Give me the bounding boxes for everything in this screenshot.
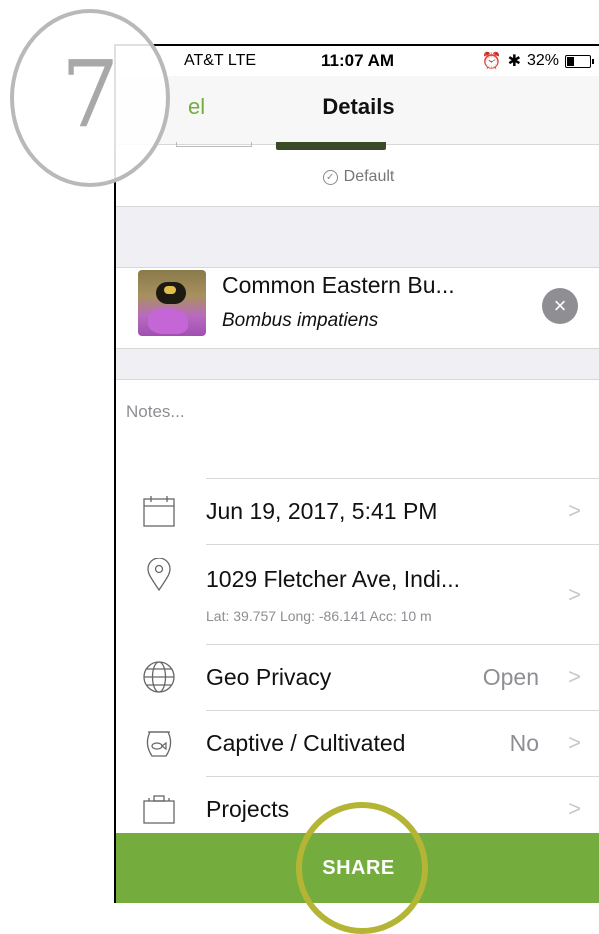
- chevron-right-icon: >: [568, 498, 581, 523]
- captive-label: Captive / Cultivated: [206, 730, 406, 756]
- observation-photo[interactable]: [276, 142, 386, 150]
- alarm-icon: ⏰: [481, 53, 502, 70]
- photo-add-frame[interactable]: [176, 142, 252, 147]
- fishbowl-icon: [146, 731, 172, 757]
- geo-privacy-row[interactable]: Geo Privacy Open >: [116, 644, 599, 710]
- status-right: ⏰ ✱ 32%: [481, 51, 594, 71]
- highlight-ring: [296, 802, 428, 934]
- section-separator: [116, 348, 599, 380]
- chevron-right-icon: >: [568, 582, 581, 607]
- date-row[interactable]: Jun 19, 2017, 5:41 PM >: [116, 478, 599, 544]
- default-photo-label: ✓ Default: [116, 168, 599, 186]
- briefcase-icon: [143, 795, 175, 824]
- default-text: Default: [343, 168, 395, 185]
- step-badge: 7: [10, 9, 170, 187]
- battery-icon: [565, 54, 594, 68]
- taxon-row[interactable]: Common Eastern Bu... Bombus impatiens ×: [116, 268, 599, 348]
- taxon-thumbnail: [138, 270, 206, 336]
- step-number: 7: [60, 41, 120, 148]
- captive-value: No: [509, 730, 539, 756]
- location-label: 1029 Fletcher Ave, Indi...: [206, 566, 461, 592]
- nav-bar: el Details: [116, 76, 599, 145]
- location-coordinates: Lat: 39.757 Long: -86.141 Acc: 10 m: [206, 608, 432, 624]
- status-bar: AT&T LTE 11:07 AM ⏰ ✱ 32%: [116, 46, 599, 76]
- projects-label: Projects: [206, 796, 290, 822]
- geo-privacy-label: Geo Privacy: [206, 664, 332, 690]
- chevron-right-icon: >: [568, 730, 581, 755]
- status-time: 11:07 AM: [321, 51, 395, 70]
- clear-icon[interactable]: ×: [542, 288, 578, 324]
- notes-field[interactable]: Notes...: [126, 402, 185, 422]
- chevron-right-icon: >: [568, 664, 581, 689]
- map-pin-icon: [147, 558, 171, 592]
- battery-percent: 32%: [526, 52, 559, 69]
- captive-row[interactable]: Captive / Cultivated No >: [116, 710, 599, 776]
- bluetooth-icon: ✱: [507, 53, 521, 70]
- checkmark-circle-icon: ✓: [322, 170, 338, 185]
- phone-screen: AT&T LTE 11:07 AM ⏰ ✱ 32% el Details ✓ De…: [114, 44, 599, 903]
- date-label: Jun 19, 2017, 5:41 PM: [206, 498, 438, 524]
- page-title: Details: [322, 94, 395, 119]
- carrier-label: AT&T LTE: [184, 52, 257, 69]
- globe-icon: [143, 661, 175, 693]
- location-row[interactable]: 1029 Fletcher Ave, Indi... Lat: 39.757 L…: [116, 544, 599, 644]
- calendar-icon: [143, 496, 175, 527]
- section-separator: [116, 206, 599, 268]
- taxon-scientific-name: Bombus impatiens: [222, 310, 379, 331]
- chevron-right-icon: >: [568, 796, 581, 821]
- geo-privacy-value: Open: [482, 664, 539, 690]
- taxon-common-name: Common Eastern Bu...: [222, 272, 455, 298]
